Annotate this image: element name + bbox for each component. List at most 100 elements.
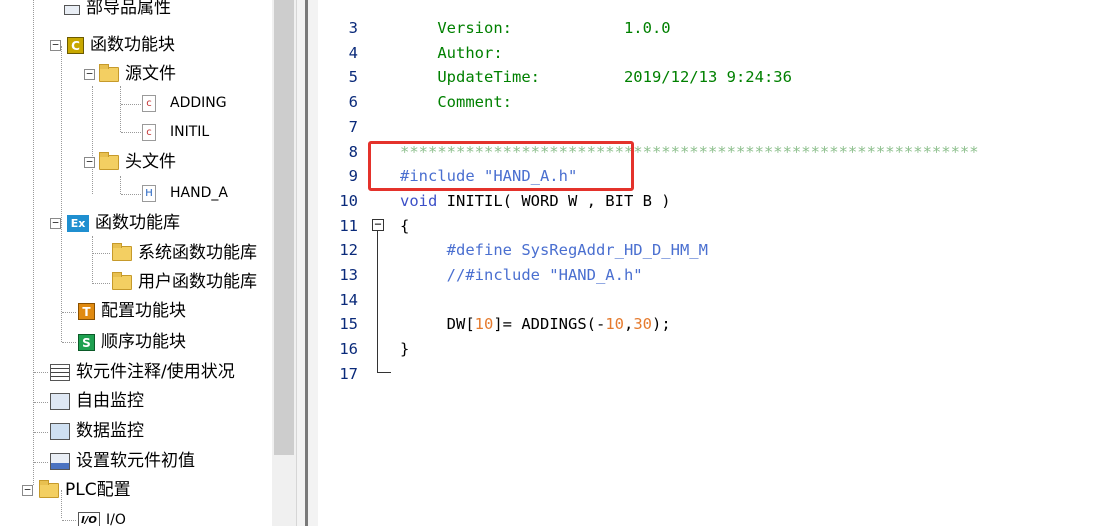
table-icon <box>50 452 70 470</box>
tree-connector <box>92 253 110 254</box>
tree-connector <box>62 312 76 313</box>
collapse-expander-icon[interactable]: − <box>50 39 61 51</box>
line-number: 10 <box>339 191 358 210</box>
tree-item-header-files[interactable]: − 头文件 <box>84 149 176 175</box>
code-token: #define SysRegAddr_HD_D_HM_M <box>400 241 708 260</box>
tree-connector <box>120 176 121 194</box>
code-text: { <box>400 214 409 239</box>
tree-connector <box>92 236 93 284</box>
tree-connector <box>92 283 110 284</box>
tree-item-data-monitor[interactable]: 数据监控 <box>50 418 144 444</box>
fold-guide-end <box>377 372 391 373</box>
tree-item-device-properties[interactable]: 部导品属性 <box>64 0 171 28</box>
code-token: } <box>400 340 410 359</box>
tree-scrollbar[interactable] <box>272 0 296 526</box>
code-text: Author: <box>400 41 502 66</box>
folder-icon <box>99 151 119 170</box>
code-token: 10 <box>605 315 624 334</box>
code-text: Version: 1.0.0 <box>400 16 671 41</box>
monitor-doc-icon <box>50 392 70 410</box>
fold-guide-line <box>377 231 378 373</box>
tree-item-device-comments[interactable]: 软元件注释/使用状况 <box>50 359 235 385</box>
panel-splitter[interactable] <box>296 0 318 526</box>
tree-item-adding[interactable]: c ADDING <box>142 90 227 116</box>
code-token: ); <box>652 315 671 334</box>
tree-connector <box>33 0 34 485</box>
code-token: INITIL( WORD W , BIT B ) <box>446 191 671 210</box>
folder-icon <box>112 271 132 290</box>
c-file-icon: c <box>142 94 156 112</box>
line-number: 16 <box>339 340 358 359</box>
line-number: 6 <box>348 93 358 112</box>
tree-item-initil[interactable]: c INITIL <box>142 119 209 145</box>
s-block-icon: S <box>78 333 95 351</box>
line-number: 13 <box>339 266 358 284</box>
code-token: 10 <box>474 315 494 334</box>
tree-item-set-initial-values[interactable]: 设置软元件初值 <box>50 448 195 474</box>
code-token: DW[ <box>400 315 475 334</box>
code-text: //#include "HAND_A.h" <box>400 263 643 288</box>
scrollbar-thumb[interactable] <box>274 0 294 455</box>
tree-item-io[interactable]: I/O I/O <box>78 507 126 526</box>
tree-connector <box>61 46 62 342</box>
code-token: ]= ADDINGS(- <box>493 315 606 334</box>
ex-library-icon: Ex <box>67 214 89 232</box>
code-token: 30 <box>633 315 652 334</box>
tree-connector <box>34 432 48 433</box>
code-text: Comment: <box>400 90 512 115</box>
code-token: Version: 1.0.0 <box>400 19 671 37</box>
tree-item-function-library[interactable]: − Ex 函数功能库 <box>50 210 180 236</box>
tree-item-plc-config[interactable]: − PLC配置 <box>22 477 131 503</box>
splitter-bar <box>305 0 308 526</box>
folder-icon <box>112 242 132 261</box>
project-tree: 部导品属性 − C 函数功能块 − 源文件 c ADDING c INITIL … <box>0 0 272 526</box>
collapse-expander-icon[interactable]: − <box>84 68 95 80</box>
code-text: DW[10]= ADDINGS(-10,30); <box>400 312 671 337</box>
line-number: 15 <box>339 315 358 334</box>
tree-item-user-function-library[interactable]: 用户函数功能库 <box>112 269 257 295</box>
fold-toggle-icon[interactable]: − <box>372 218 384 231</box>
code-token: Comment: <box>400 93 512 112</box>
tree-item-config-blocks[interactable]: T 配置功能块 <box>78 298 186 324</box>
collapse-expander-icon[interactable]: − <box>22 484 33 496</box>
line-number: 5 <box>348 68 358 87</box>
data-monitor-icon <box>50 422 70 440</box>
folder-icon <box>99 63 119 82</box>
line-number: 14 <box>339 290 358 309</box>
tree-connector <box>120 86 121 132</box>
tree-item-system-function-library[interactable]: 系统函数功能库 <box>112 240 257 266</box>
collapse-expander-icon[interactable]: − <box>84 156 95 168</box>
tree-item-function-blocks[interactable]: − C 函数功能块 <box>50 32 175 58</box>
code-token: //#include "HAND_A.h" <box>400 266 643 284</box>
tree-connector <box>34 372 48 373</box>
tree-connector <box>92 86 93 194</box>
code-token: void <box>400 191 447 210</box>
tree-item-free-monitor[interactable]: 自由监控 <box>50 388 144 414</box>
code-text: } <box>400 337 409 362</box>
code-token: UpdateTime: 2019/12/13 9:24:36 <box>400 68 792 87</box>
tree-connector <box>34 462 48 463</box>
line-number: 9 <box>348 167 358 186</box>
code-editor[interactable]: 3 Version: 1.0.0 4 Author: 5 UpdateTime: 2… <box>318 0 1117 526</box>
tree-item-source-files[interactable]: − 源文件 <box>84 61 176 87</box>
line-number: 12 <box>339 241 358 260</box>
tree-connector <box>34 402 48 403</box>
line-number: 8 <box>348 142 358 161</box>
tree-connector <box>62 520 76 521</box>
line-number: 3 <box>348 19 358 37</box>
h-file-icon: H <box>142 184 156 202</box>
tree-item-hand-a[interactable]: H HAND_A <box>142 180 228 206</box>
code-token: , <box>623 315 634 334</box>
code-text: UpdateTime: 2019/12/13 9:24:36 <box>400 65 792 90</box>
collapse-expander-icon[interactable]: − <box>50 217 61 229</box>
tree-item-sequence-blocks[interactable]: S 顺序功能块 <box>78 329 186 355</box>
t-block-icon: T <box>78 302 95 320</box>
list-icon <box>50 363 70 381</box>
folder-icon <box>39 479 59 498</box>
line-number: 17 <box>339 364 358 383</box>
line-number: 11 <box>339 216 358 235</box>
c-block-icon: C <box>67 36 84 54</box>
highlight-box <box>368 141 634 191</box>
c-file-icon: c <box>142 123 156 141</box>
document-icon <box>64 5 80 15</box>
